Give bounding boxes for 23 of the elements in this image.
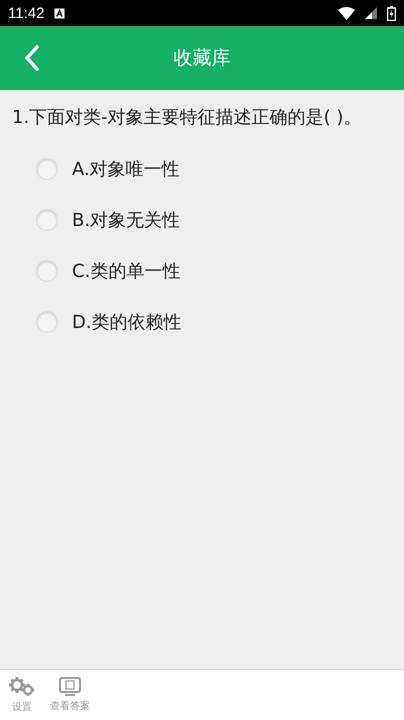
radio-button[interactable]	[36, 208, 58, 230]
screen-title: 收藏库	[174, 46, 230, 71]
radio-button[interactable]	[36, 158, 58, 180]
radio-button[interactable]	[36, 260, 58, 282]
button-label: 设置	[12, 700, 32, 714]
answer-option[interactable]: D.类的依赖性	[12, 296, 392, 347]
radio-button[interactable]	[36, 310, 58, 332]
option-label: B.对象无关性	[72, 208, 180, 232]
gears-icon	[8, 676, 36, 698]
keyboard-icon	[54, 8, 66, 18]
signal-icon	[365, 7, 377, 19]
option-label: D.类的依赖性	[72, 310, 182, 334]
button-label: 查看答案	[50, 700, 90, 713]
battery-icon	[387, 6, 396, 20]
wifi-icon	[338, 6, 355, 20]
option-label: A.对象唯一性	[72, 158, 180, 180]
answer-option[interactable]: A.对象唯一性	[12, 143, 392, 194]
question-text: 1.下面对类-对象主要特征描述正确的是( )。	[12, 106, 362, 130]
option-label: C.类的单一性	[72, 260, 180, 282]
screen-icon	[59, 677, 81, 697]
answer-option[interactable]: C.类的单一性	[12, 245, 392, 296]
answer-option[interactable]: B.对象无关性	[12, 194, 392, 245]
clock: 11:42	[8, 4, 44, 22]
